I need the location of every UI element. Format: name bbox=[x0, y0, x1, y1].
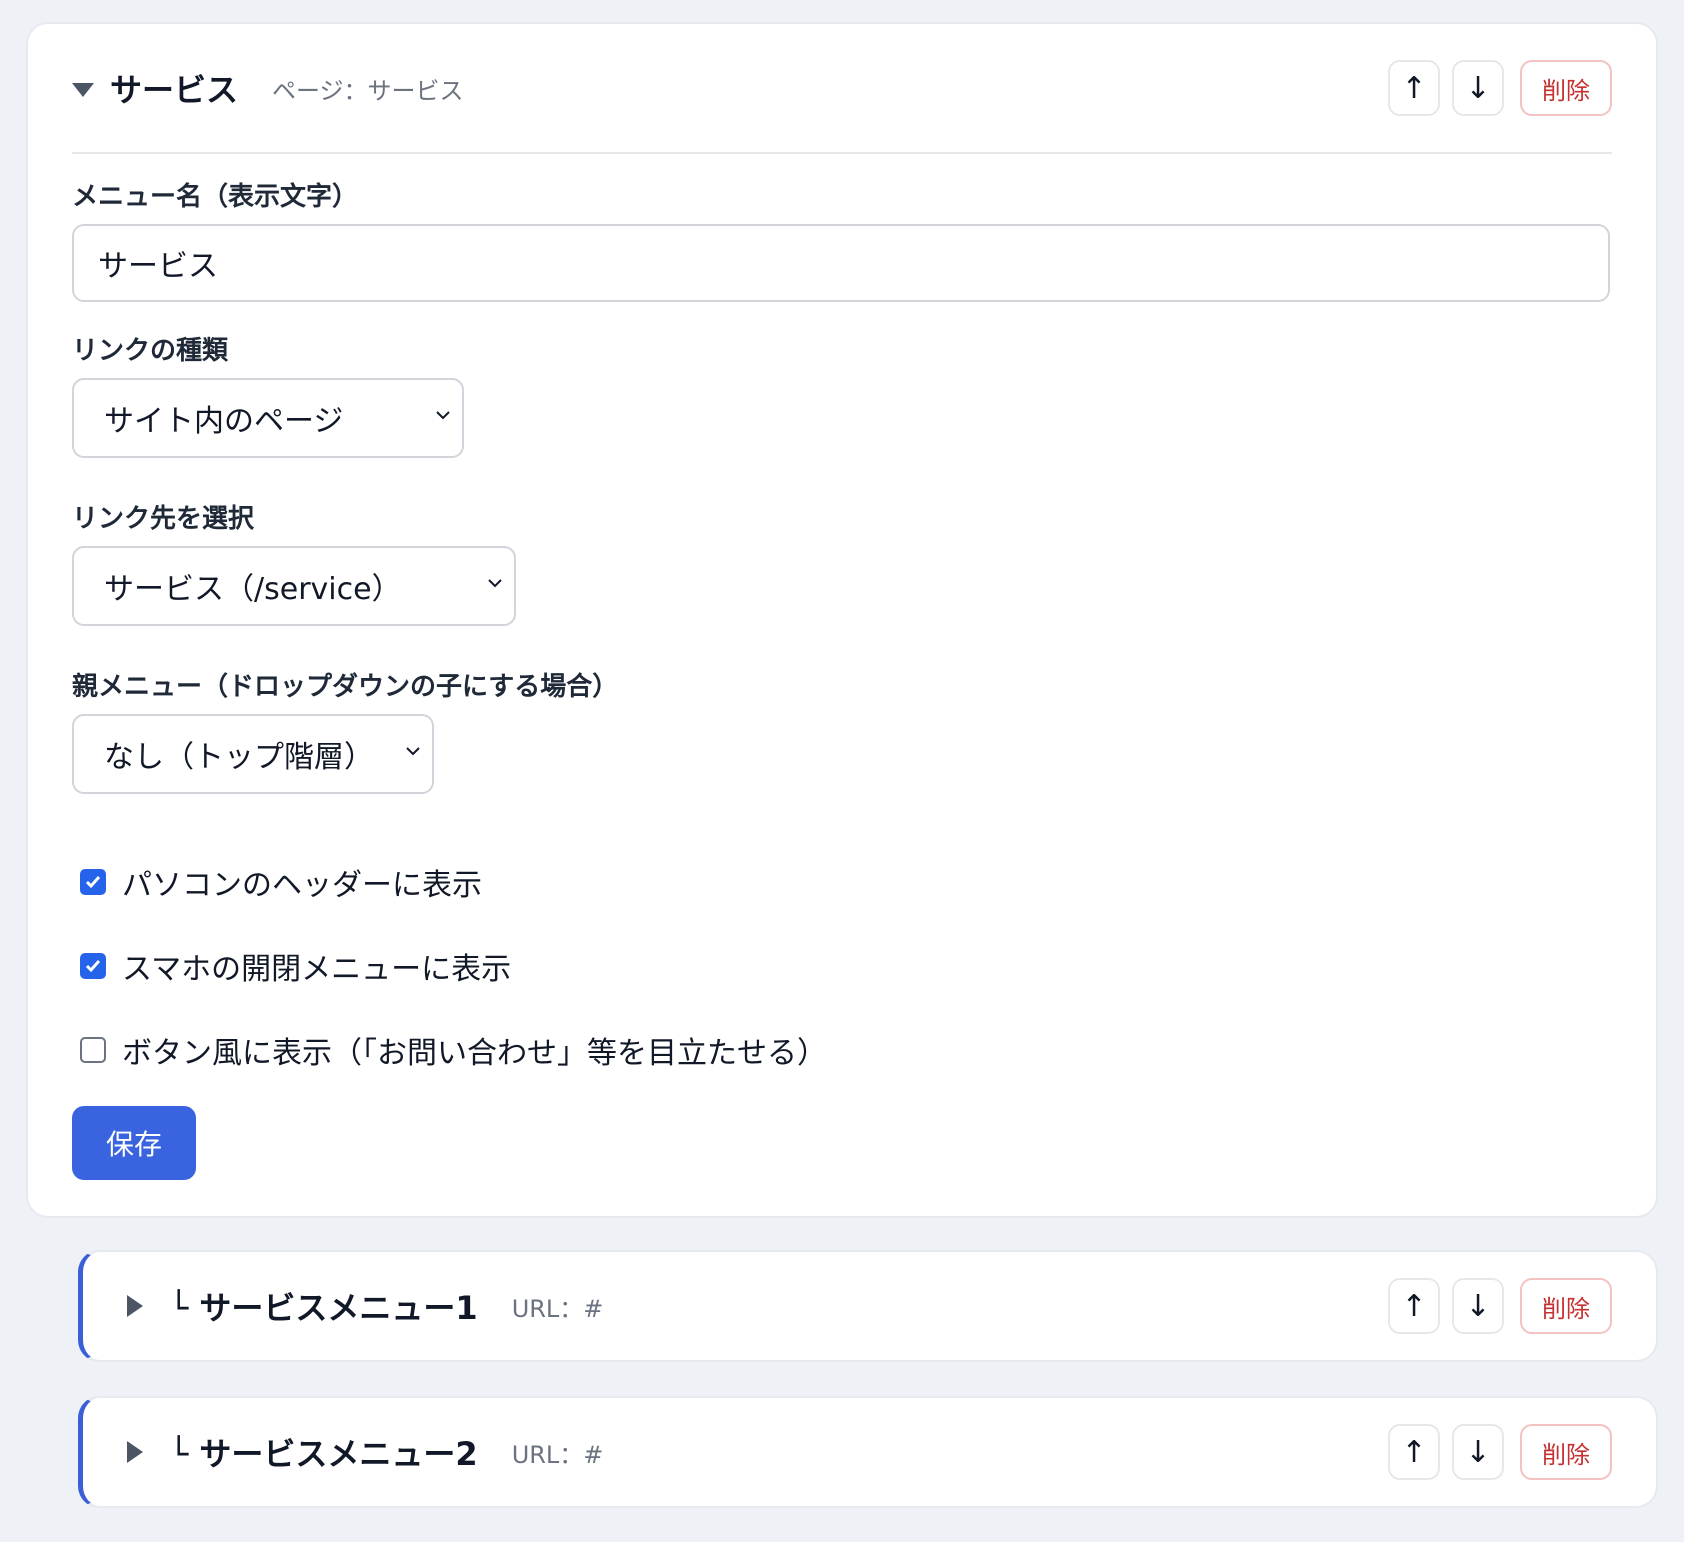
collapse-triangle-icon[interactable] bbox=[72, 83, 94, 97]
move-up-button[interactable]: ↑ bbox=[1388, 1424, 1440, 1480]
link-type-value: サイト内のページ bbox=[104, 404, 344, 439]
mobile-menu-checkbox-label: スマホの開閉メニューに表示 bbox=[122, 952, 512, 987]
item-actions: ↑ ↓ 削除 bbox=[1388, 1278, 1612, 1334]
save-button[interactable]: 保存 bbox=[72, 1106, 196, 1180]
expand-triangle-icon[interactable] bbox=[127, 1295, 143, 1317]
expand-triangle-icon[interactable] bbox=[127, 1441, 143, 1463]
menu-item-header[interactable]: サービス ページ：サービス ↑ ↓ 削除 bbox=[72, 24, 1612, 154]
mobile-menu-checkbox[interactable] bbox=[80, 953, 106, 979]
move-up-button[interactable]: ↑ bbox=[1388, 60, 1440, 116]
parent-menu-label: 親メニュー（ドロップダウンの子にする場合） bbox=[72, 672, 619, 702]
item-actions: ↑ ↓ 削除 bbox=[1388, 60, 1612, 116]
checkbox-row-desktop-header[interactable]: パソコンのヘッダーに表示 bbox=[80, 860, 482, 904]
checkbox-row-button-style[interactable]: ボタン風に表示（「お問い合わせ」等を目立たせる） bbox=[80, 1028, 827, 1072]
sub-menu-item-title: └ サービスメニュー2 bbox=[169, 1435, 478, 1473]
menu-item-meta: ページ：サービス bbox=[272, 76, 464, 105]
move-down-button[interactable]: ↓ bbox=[1452, 60, 1504, 116]
menu-item-card: サービス ページ：サービス ↑ ↓ 削除 メニュー名（表示文字） サービス リン… bbox=[26, 22, 1658, 1218]
desktop-header-checkbox[interactable] bbox=[80, 869, 106, 895]
sub-menu-item-card: └ サービスメニュー2 URL：# ↑ ↓ 削除 bbox=[78, 1396, 1658, 1508]
delete-button[interactable]: 削除 bbox=[1520, 1424, 1612, 1480]
menu-name-input[interactable]: サービス bbox=[72, 224, 1610, 302]
delete-button[interactable]: 削除 bbox=[1520, 1278, 1612, 1334]
sub-menu-item-card: └ サービスメニュー1 URL：# ↑ ↓ 削除 bbox=[78, 1250, 1658, 1362]
sub-menu-item-header[interactable]: └ サービスメニュー1 URL：# ↑ ↓ 削除 bbox=[127, 1252, 1612, 1360]
check-icon bbox=[85, 876, 101, 889]
item-actions: ↑ ↓ 削除 bbox=[1388, 1424, 1612, 1480]
link-type-select[interactable]: サイト内のページ bbox=[72, 378, 464, 458]
move-up-button[interactable]: ↑ bbox=[1388, 1278, 1440, 1334]
chevron-down-icon bbox=[488, 579, 502, 588]
delete-button[interactable]: 削除 bbox=[1520, 60, 1612, 116]
link-type-label: リンクの種類 bbox=[72, 336, 229, 366]
sub-menu-item-meta: URL：# bbox=[511, 1294, 604, 1323]
button-style-checkbox[interactable] bbox=[80, 1037, 106, 1063]
desktop-header-checkbox-label: パソコンのヘッダーに表示 bbox=[122, 868, 482, 903]
menu-item-title: サービス bbox=[110, 71, 239, 109]
link-target-label: リンク先を選択 bbox=[72, 504, 255, 534]
button-style-checkbox-label: ボタン風に表示（「お問い合わせ」等を目立たせる） bbox=[122, 1036, 827, 1071]
menu-name-label: メニュー名（表示文字） bbox=[72, 182, 359, 212]
sub-menu-item-title: └ サービスメニュー1 bbox=[169, 1289, 478, 1327]
chevron-down-icon bbox=[406, 747, 420, 756]
sub-menu-item-meta: URL：# bbox=[511, 1440, 604, 1469]
chevron-down-icon bbox=[436, 411, 450, 420]
sub-menu-item-header[interactable]: └ サービスメニュー2 URL：# ↑ ↓ 削除 bbox=[127, 1398, 1612, 1506]
checkbox-row-mobile-menu[interactable]: スマホの開閉メニューに表示 bbox=[80, 944, 511, 988]
check-icon bbox=[85, 960, 101, 973]
link-target-select[interactable]: サービス（/service） bbox=[72, 546, 516, 626]
link-target-value: サービス（/service） bbox=[104, 572, 402, 607]
move-down-button[interactable]: ↓ bbox=[1452, 1424, 1504, 1480]
parent-menu-select[interactable]: なし（トップ階層） bbox=[72, 714, 434, 794]
parent-menu-value: なし（トップ階層） bbox=[104, 740, 374, 775]
move-down-button[interactable]: ↓ bbox=[1452, 1278, 1504, 1334]
